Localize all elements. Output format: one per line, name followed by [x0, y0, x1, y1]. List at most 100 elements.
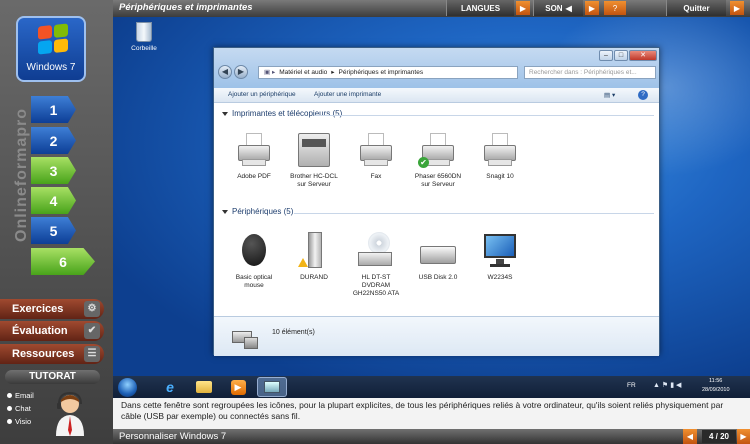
- folder-icon: [196, 381, 212, 393]
- printer-brother[interactable]: Brother HC-DCL sur Serveur: [286, 131, 342, 189]
- clock-date[interactable]: 28/09/2010: [702, 387, 730, 393]
- check-icon: ✔: [84, 323, 100, 339]
- breadcrumb-hardware[interactable]: Matériel et audio: [279, 67, 327, 78]
- ressources-label: Ressources: [12, 348, 75, 360]
- ressources-button[interactable]: Ressources ☰: [0, 344, 104, 364]
- evaluation-button[interactable]: Évaluation ✔: [0, 321, 104, 341]
- add-device-button[interactable]: Ajouter un périphérique: [228, 91, 296, 98]
- address-bar[interactable]: ▣ ▸ Matériel et audio ▸ Périphériques et…: [258, 66, 518, 79]
- exercices-button[interactable]: Exercices ⚙: [0, 299, 104, 319]
- taskbar-ie[interactable]: e: [155, 377, 185, 397]
- evaluation-label: Évaluation: [12, 325, 68, 337]
- son-arrow-icon[interactable]: ▶: [585, 1, 599, 15]
- monitor-icon: [480, 232, 520, 270]
- usb-disk-icon: [418, 232, 458, 270]
- step-3-button[interactable]: 3: [31, 157, 76, 184]
- device-label: Phaser 6560DN sur Serveur: [414, 173, 462, 188]
- devices-section-label: Périphériques (5): [232, 207, 294, 216]
- warning-icon: [298, 258, 308, 267]
- radio-dot-icon: [7, 419, 12, 424]
- section-divider: [314, 115, 654, 116]
- step-4-button[interactable]: 4: [31, 187, 76, 214]
- previous-page-button[interactable]: ◀: [683, 429, 697, 444]
- section-divider: [294, 213, 654, 214]
- printers-section-label: Imprimantes et télécopieurs (5): [232, 109, 343, 118]
- langues-arrow-icon[interactable]: ▶: [516, 1, 530, 15]
- exercices-label: Exercices: [12, 303, 64, 315]
- page-counter: 4 / 20: [702, 430, 736, 443]
- step-6-button[interactable]: 6: [31, 248, 95, 275]
- close-arrow-icon[interactable]: ▶: [730, 1, 744, 15]
- taskbar-media-player[interactable]: ▶: [223, 377, 253, 397]
- device-usb-disk[interactable]: USB Disk 2.0: [410, 232, 466, 282]
- breadcrumb-devices[interactable]: Périphériques et imprimantes: [339, 67, 424, 78]
- windows-flag-icon: [38, 23, 68, 55]
- next-page-button[interactable]: ▶: [737, 429, 750, 444]
- windows7-logo: Windows 7: [16, 16, 86, 82]
- step-5-button[interactable]: 5: [31, 217, 76, 244]
- default-check-icon: ✔: [418, 157, 429, 168]
- back-button[interactable]: ◀: [218, 65, 232, 79]
- gear-icon: ⚙: [84, 301, 100, 317]
- bottom-bar: Personnaliser Windows 7 ◀ 4 / 20 ▶: [113, 429, 750, 444]
- start-button[interactable]: [115, 377, 139, 397]
- language-indicator[interactable]: FR: [627, 382, 636, 389]
- device-computer-durand[interactable]: DURAND: [286, 232, 342, 282]
- taskbar-explorer[interactable]: [189, 377, 219, 397]
- device-label: HL DT-ST DVDRAM GH22NS50 ATA: [352, 274, 400, 297]
- langues-button[interactable]: LANGUES: [446, 0, 514, 16]
- step-1-button[interactable]: 1: [31, 96, 76, 123]
- folder-icon: ▣ ▸: [264, 69, 276, 76]
- device-monitor[interactable]: W2234S: [472, 232, 528, 282]
- device-label: Brother HC-DCL sur Serveur: [290, 173, 338, 188]
- printer-icon: [234, 131, 274, 169]
- radio-dot-icon: [7, 393, 12, 398]
- printer-adobe-pdf[interactable]: Adobe PDF: [226, 131, 282, 181]
- close-button[interactable]: ✕: [629, 50, 657, 61]
- device-label: Snagit 10: [486, 173, 514, 180]
- tutorat-email-option[interactable]: Email: [7, 391, 34, 400]
- add-printer-button[interactable]: Ajouter une imprimante: [314, 91, 381, 98]
- printer-snagit[interactable]: Snagit 10: [472, 131, 528, 181]
- taskbar-devices-window[interactable]: [257, 377, 287, 397]
- computer-tower-icon: [294, 232, 334, 270]
- device-mouse[interactable]: Basic optical mouse: [226, 232, 282, 290]
- windows-desktop: Corbeille – □ ✕ ◀ ▶ ▣ ▸ Matériel et audi…: [113, 17, 750, 376]
- maximize-button[interactable]: □: [614, 50, 628, 61]
- devices-section-header[interactable]: Périphériques (5): [222, 207, 293, 216]
- device-label: Fax: [370, 173, 382, 180]
- speaker-icon: ◀: [565, 3, 572, 13]
- fax-device[interactable]: Fax: [348, 131, 404, 181]
- tray-icons[interactable]: ▲⚑▮◀: [653, 381, 683, 389]
- step-2-button[interactable]: 2: [31, 127, 76, 154]
- help-button[interactable]: ?: [604, 1, 626, 15]
- lesson-info-panel: Dans cette fenêtre sont regroupées les i…: [113, 398, 750, 429]
- fax-icon: [356, 131, 396, 169]
- left-sidebar: Windows 7 Onlineformapro 1 2 3 4 5 6 Exe…: [0, 0, 113, 444]
- printer-icon: ✔: [418, 131, 458, 169]
- printer-icon: [480, 131, 520, 169]
- clock-time[interactable]: 11:56: [709, 378, 722, 384]
- printer-phaser[interactable]: ✔ Phaser 6560DN sur Serveur: [410, 131, 466, 189]
- printers-section-header[interactable]: Imprimantes et télécopieurs (5): [222, 109, 342, 118]
- help-icon[interactable]: ?: [638, 90, 648, 100]
- devices-icon: [264, 381, 280, 393]
- device-label: Adobe PDF: [237, 173, 271, 180]
- tutorat-visio-option[interactable]: Visio: [7, 417, 31, 426]
- collapse-triangle-icon: [222, 111, 228, 116]
- view-options-icon[interactable]: ▤ ▾: [604, 91, 615, 99]
- search-input[interactable]: Rechercher dans : Périphériques et...: [524, 66, 656, 79]
- recycle-bin-label: Corbeille: [131, 45, 157, 52]
- device-label: Basic optical mouse: [235, 274, 273, 289]
- minimize-button[interactable]: –: [599, 50, 613, 61]
- son-button[interactable]: SON ◀: [533, 0, 583, 16]
- recycle-bin[interactable]: Corbeille: [129, 22, 159, 52]
- tutorat-title: TUTORAT: [5, 370, 100, 384]
- forward-button[interactable]: ▶: [234, 65, 248, 79]
- device-label: W2234S: [487, 274, 513, 281]
- breadcrumb-separator: ▸: [331, 69, 335, 76]
- brand-vertical-text: Onlineformapro: [13, 107, 30, 242]
- tutorat-chat-option[interactable]: Chat: [7, 404, 31, 413]
- device-dvd-drive[interactable]: HL DT-ST DVDRAM GH22NS50 ATA: [348, 232, 404, 298]
- quit-button[interactable]: Quitter: [666, 0, 726, 16]
